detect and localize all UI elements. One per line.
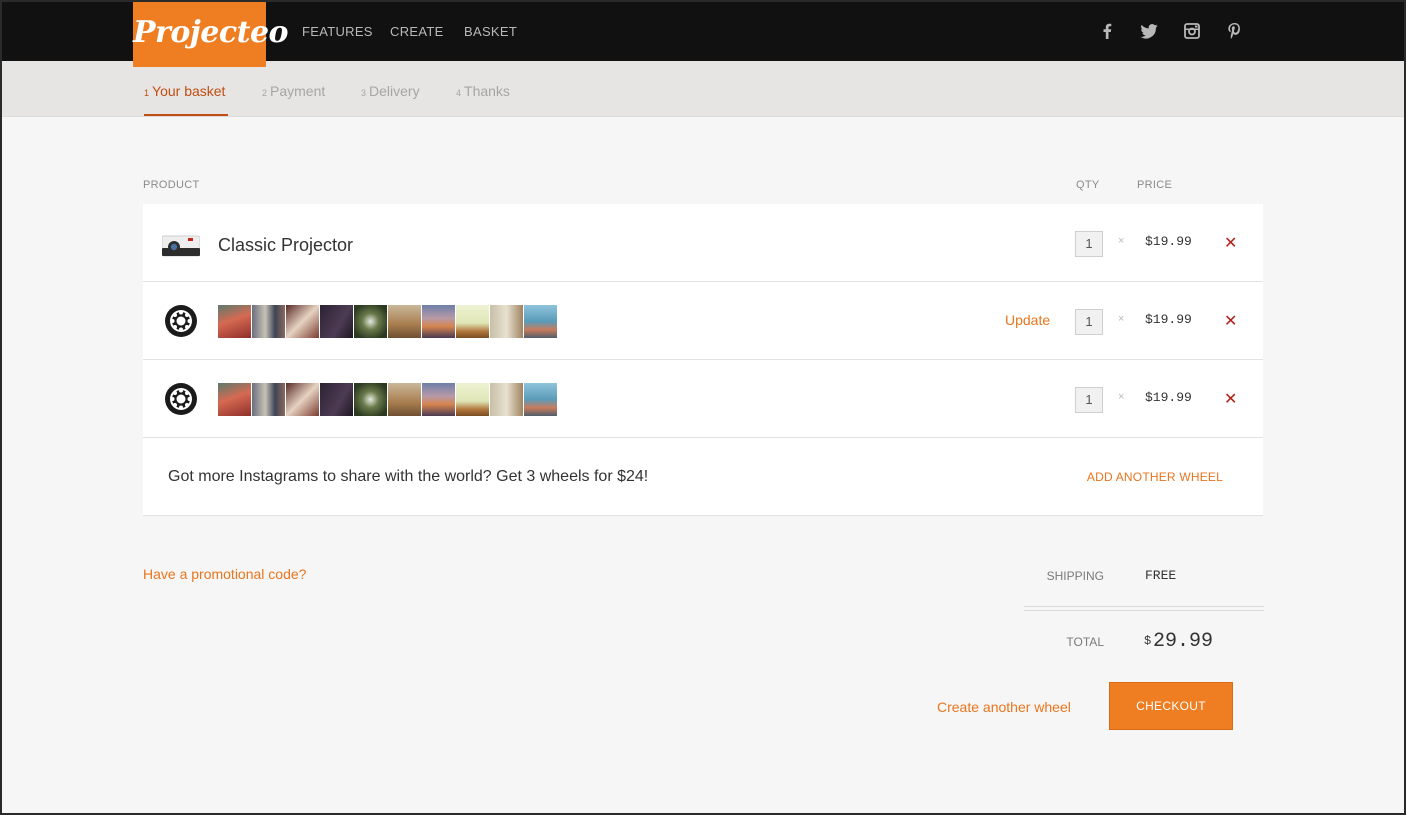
remove-item-button[interactable]: ✕ bbox=[1224, 311, 1237, 331]
promo-code-link[interactable]: Have a promotional code? bbox=[143, 566, 306, 582]
create-another-wheel-link[interactable]: Create another wheel bbox=[937, 699, 1071, 715]
active-step-indicator bbox=[144, 114, 228, 116]
photo-thumbnail bbox=[422, 305, 455, 338]
column-header-qty: QTY bbox=[1076, 179, 1100, 191]
times-sign: × bbox=[1118, 235, 1125, 247]
shipping-value: FREE bbox=[1145, 568, 1177, 583]
remove-item-button[interactable]: ✕ bbox=[1224, 389, 1237, 409]
item-price: $19.99 bbox=[1145, 390, 1192, 405]
wheel-icon bbox=[165, 383, 197, 415]
twitter-icon[interactable] bbox=[1140, 22, 1158, 40]
photo-thumbnail bbox=[320, 305, 353, 338]
basket-row: 1 × $19.99 ✕ bbox=[143, 360, 1263, 438]
quantity-field[interactable]: 1 bbox=[1075, 309, 1103, 335]
total-label: TOTAL bbox=[1066, 635, 1104, 649]
photo-thumbnail bbox=[252, 305, 285, 338]
update-wheel-link[interactable]: Update bbox=[1005, 312, 1050, 328]
photo-thumbnail bbox=[354, 305, 387, 338]
projector-icon bbox=[162, 235, 200, 257]
photo-thumbnail bbox=[388, 305, 421, 338]
column-header-product: PRODUCT bbox=[143, 179, 200, 191]
upsell-banner: Got more Instagrams to share with the wo… bbox=[143, 438, 1263, 516]
wheel-photo-strip bbox=[218, 383, 557, 416]
step-thanks[interactable]: 4 Thanks bbox=[456, 83, 510, 99]
photo-thumbnail bbox=[490, 383, 523, 416]
nav-create[interactable]: CREATE bbox=[390, 24, 444, 39]
upsell-text: Got more Instagrams to share with the wo… bbox=[168, 468, 649, 485]
photo-thumbnail bbox=[354, 383, 387, 416]
facebook-icon[interactable] bbox=[1098, 22, 1116, 40]
item-price: $19.99 bbox=[1145, 312, 1192, 327]
item-price: $19.99 bbox=[1145, 234, 1192, 249]
wheel-photo-strip bbox=[218, 305, 557, 338]
step-number: 2 bbox=[262, 88, 268, 98]
step-label: Delivery bbox=[369, 83, 420, 99]
step-label: Thanks bbox=[464, 83, 510, 99]
step-label: Your basket bbox=[152, 83, 226, 99]
photo-thumbnail bbox=[524, 383, 557, 416]
photo-thumbnail bbox=[388, 383, 421, 416]
photo-thumbnail bbox=[456, 305, 489, 338]
step-payment[interactable]: 2 Payment bbox=[262, 83, 325, 99]
instagram-icon[interactable] bbox=[1183, 22, 1201, 40]
shipping-label: SHIPPING bbox=[1046, 569, 1104, 583]
column-header-price: PRICE bbox=[1137, 179, 1173, 191]
basket-row: Update 1 × $19.99 ✕ bbox=[143, 282, 1263, 360]
photo-thumbnail bbox=[320, 383, 353, 416]
basket-row: Classic Projector 1 × $19.99 ✕ bbox=[143, 204, 1263, 282]
step-number: 3 bbox=[361, 88, 367, 98]
photo-thumbnail bbox=[252, 383, 285, 416]
product-name: Classic Projector bbox=[218, 235, 354, 255]
photo-thumbnail bbox=[456, 383, 489, 416]
photo-thumbnail bbox=[524, 305, 557, 338]
quantity-field[interactable]: 1 bbox=[1075, 231, 1103, 257]
photo-thumbnail bbox=[490, 305, 523, 338]
summary-divider bbox=[1024, 610, 1264, 611]
times-sign: × bbox=[1118, 391, 1125, 403]
pinterest-icon[interactable] bbox=[1225, 22, 1243, 40]
step-number: 4 bbox=[456, 88, 462, 98]
page: FEATURES CREATE BASKET Projecteo 1 Your b… bbox=[2, 2, 1404, 813]
step-delivery[interactable]: 3 Delivery bbox=[361, 83, 420, 99]
photo-thumbnail bbox=[286, 383, 319, 416]
total-value: 29.99 bbox=[1153, 630, 1214, 653]
checkout-button[interactable]: CHECKOUT bbox=[1109, 682, 1233, 730]
remove-item-button[interactable]: ✕ bbox=[1224, 233, 1237, 253]
total-currency: $ bbox=[1144, 634, 1152, 648]
times-sign: × bbox=[1118, 313, 1125, 325]
photo-thumbnail bbox=[218, 383, 251, 416]
summary-divider bbox=[1024, 606, 1264, 607]
photo-thumbnail bbox=[286, 305, 319, 338]
quantity-field[interactable]: 1 bbox=[1075, 387, 1103, 413]
nav-basket[interactable]: BASKET bbox=[464, 24, 517, 39]
step-number: 1 bbox=[144, 88, 150, 98]
nav-features[interactable]: FEATURES bbox=[302, 24, 373, 39]
photo-thumbnail bbox=[422, 383, 455, 416]
photo-thumbnail bbox=[218, 305, 251, 338]
wheel-icon bbox=[165, 305, 197, 337]
checkout-steps: 1 Your basket 2 Payment 3 Delivery 4 Thanks bbox=[2, 61, 1404, 117]
step-your-basket[interactable]: 1 Your basket bbox=[144, 83, 225, 99]
step-label: Payment bbox=[270, 83, 326, 99]
projecteo-logo[interactable]: Projecteo bbox=[133, 2, 289, 67]
add-another-wheel-link[interactable]: ADD ANOTHER WHEEL bbox=[1087, 470, 1223, 484]
